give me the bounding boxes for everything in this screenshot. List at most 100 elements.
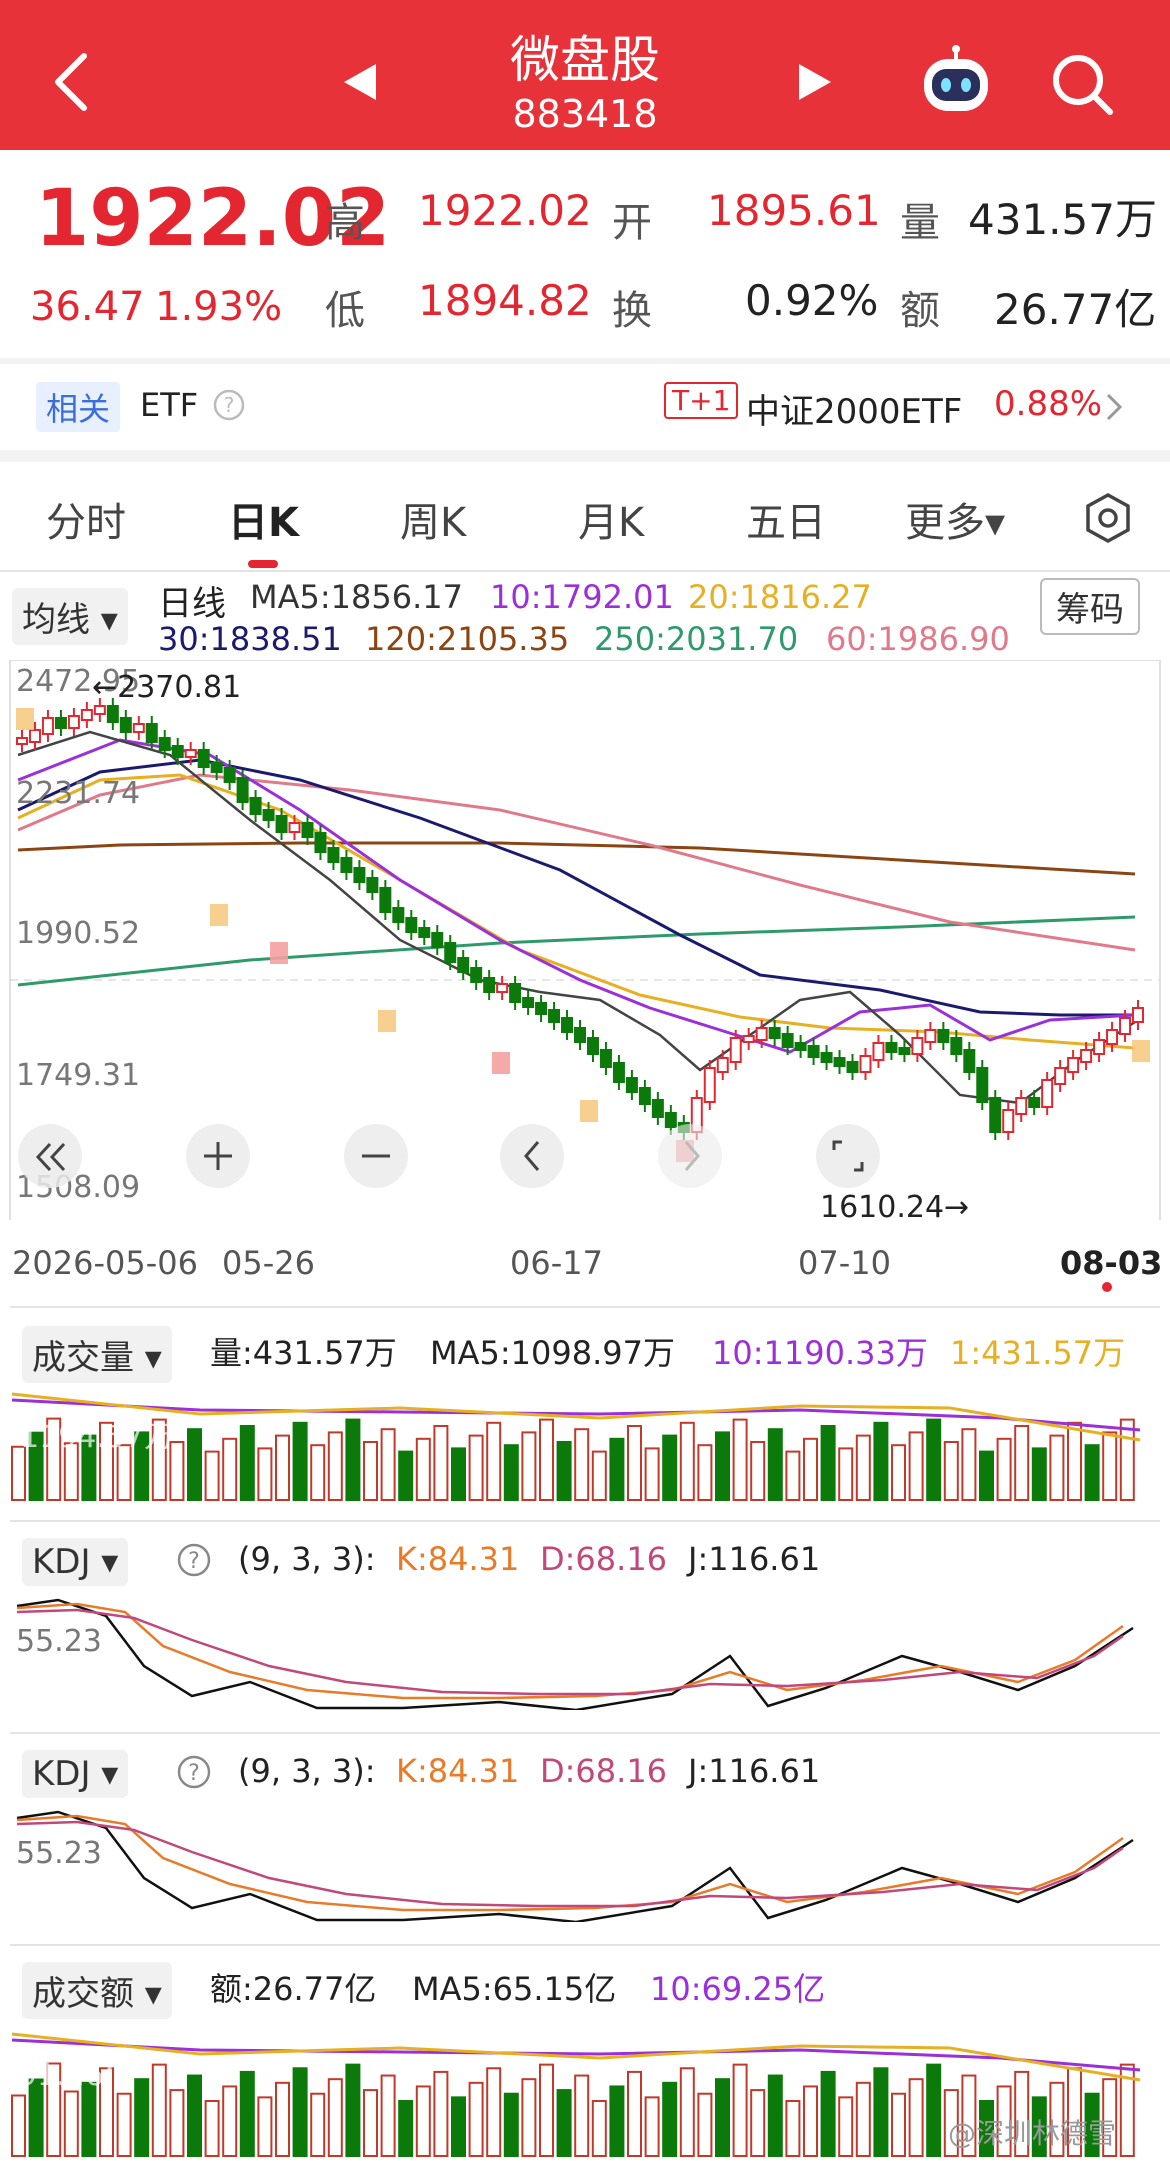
- candle: [651, 1099, 664, 1118]
- divider: [0, 570, 1170, 572]
- tab-more[interactable]: 更多▾: [905, 490, 1005, 548]
- candle: [236, 777, 249, 803]
- candle: [1028, 1097, 1041, 1108]
- candle: [444, 942, 457, 963]
- date-tick-1: 2026-05-06: [12, 1244, 198, 1282]
- volume-value: 量:431.57万: [210, 1334, 397, 1372]
- volume-ma10: 10:1190.33万: [712, 1334, 928, 1372]
- candle: [1106, 1029, 1119, 1045]
- help-icon[interactable]: ?: [176, 1754, 212, 1790]
- candle: [184, 749, 197, 758]
- volume-value: 431.57万: [968, 195, 1157, 244]
- divider: [10, 1732, 1160, 1734]
- help-icon[interactable]: ?: [176, 1542, 212, 1578]
- volume-bar: [380, 1428, 396, 1502]
- volume-bar: [1119, 1418, 1135, 1501]
- candle: [67, 715, 80, 729]
- volume-bar: [556, 1441, 572, 1501]
- volume-bar: [767, 1428, 783, 1502]
- candle: [483, 977, 496, 993]
- related-etf-row[interactable]: 相关 ETF ? T+1 中证2000ETF 0.88%: [0, 364, 1170, 450]
- candle: [509, 983, 522, 1003]
- volume-bar: [398, 2100, 414, 2157]
- candle: [54, 717, 67, 729]
- volume-bar: [1102, 1431, 1118, 1501]
- volume-bar: [609, 2085, 625, 2157]
- volume-bar: [380, 2074, 396, 2157]
- candle: [301, 822, 314, 838]
- volume-bar: [468, 1434, 484, 1501]
- volume-bar: [415, 1437, 431, 1502]
- kdj-chart: [16, 1598, 1134, 1710]
- candle: [327, 847, 340, 863]
- volume-bar: [1031, 1447, 1047, 1501]
- candle: [119, 717, 132, 733]
- price-change-pct: 1.93%: [155, 284, 283, 330]
- candle: [405, 917, 418, 933]
- volume-bar: [327, 2078, 343, 2157]
- volume-bar: [679, 2067, 695, 2157]
- volume-bar: [398, 1450, 414, 1501]
- volume-bar: [292, 1421, 308, 1501]
- volume-bar: [767, 2074, 783, 2157]
- tab-weekly-k[interactable]: 周K: [400, 490, 466, 548]
- volume-bar: [486, 1421, 502, 1501]
- t1-badge: T+1: [664, 382, 739, 419]
- volume-bar: [803, 1437, 818, 1502]
- volume-bar: [11, 2094, 26, 2157]
- kdj-select[interactable]: KDJ ▾: [22, 1750, 129, 1798]
- volume-bar: [327, 1431, 343, 1501]
- open-value: 1895.61: [707, 186, 881, 235]
- candle: [885, 1042, 898, 1053]
- candle: [742, 1035, 755, 1043]
- candle: [1132, 1007, 1144, 1023]
- volume-bar: [627, 1425, 642, 1501]
- y-tick-3: 1990.52: [16, 916, 141, 951]
- volume-ma1: 1:431.57万: [950, 1334, 1126, 1372]
- tab-five-day[interactable]: 五日: [746, 490, 826, 548]
- volume-bar: [204, 1450, 220, 1501]
- next-stock-icon[interactable]: [795, 62, 835, 102]
- high-value: 1922.02: [418, 186, 592, 235]
- volume-bar: [662, 1434, 678, 1501]
- volume-bar: [785, 1450, 801, 1501]
- ma60-label: 60:1986.90: [826, 620, 1010, 658]
- volume-bar: [486, 2067, 502, 2157]
- candle: [353, 867, 366, 883]
- volume-bar: [134, 2078, 150, 2157]
- candle: [171, 745, 184, 758]
- volume-bar: [908, 1431, 924, 1501]
- kdj-d-line: [16, 1820, 1124, 1908]
- kdj-d-line: [16, 1608, 1124, 1696]
- candle: [1015, 1097, 1028, 1115]
- candle: [548, 1009, 561, 1023]
- candle: [106, 705, 119, 723]
- volume-bar: [310, 1444, 326, 1501]
- candle: [768, 1027, 781, 1039]
- candle: [703, 1067, 716, 1103]
- volume-bar: [1067, 1421, 1082, 1501]
- candle: [314, 832, 327, 853]
- tab-monthly-k[interactable]: 月K: [578, 490, 644, 548]
- app-header: 微盘股 883418: [0, 0, 1170, 150]
- volume-bar: [873, 2067, 889, 2157]
- y-tick-2: 2231.74: [16, 776, 141, 811]
- settings-hexagon-icon[interactable]: [1082, 492, 1134, 544]
- volume-bar: [855, 2081, 871, 2157]
- tab-intraday[interactable]: 分时: [46, 490, 126, 548]
- help-icon[interactable]: ?: [212, 388, 246, 422]
- volume-bar: [803, 2085, 818, 2157]
- indicator-select[interactable]: 均线 ▾: [12, 588, 128, 645]
- volume-bar: [820, 2070, 836, 2158]
- search-icon[interactable]: [1050, 52, 1116, 118]
- kdj-select[interactable]: KDJ ▾: [22, 1538, 129, 1586]
- chip-button[interactable]: 筹码: [1040, 578, 1140, 635]
- volume-bar: [345, 2063, 361, 2158]
- candle: [418, 927, 431, 938]
- robot-assistant-icon[interactable]: [916, 45, 996, 120]
- volume-bar: [433, 1425, 449, 1501]
- watermark: @深圳林德雪: [948, 2117, 1117, 2150]
- candles-group: [16, 698, 1144, 1140]
- amount-value: 26.77亿: [994, 285, 1157, 334]
- tab-daily-k[interactable]: 日K: [228, 490, 299, 548]
